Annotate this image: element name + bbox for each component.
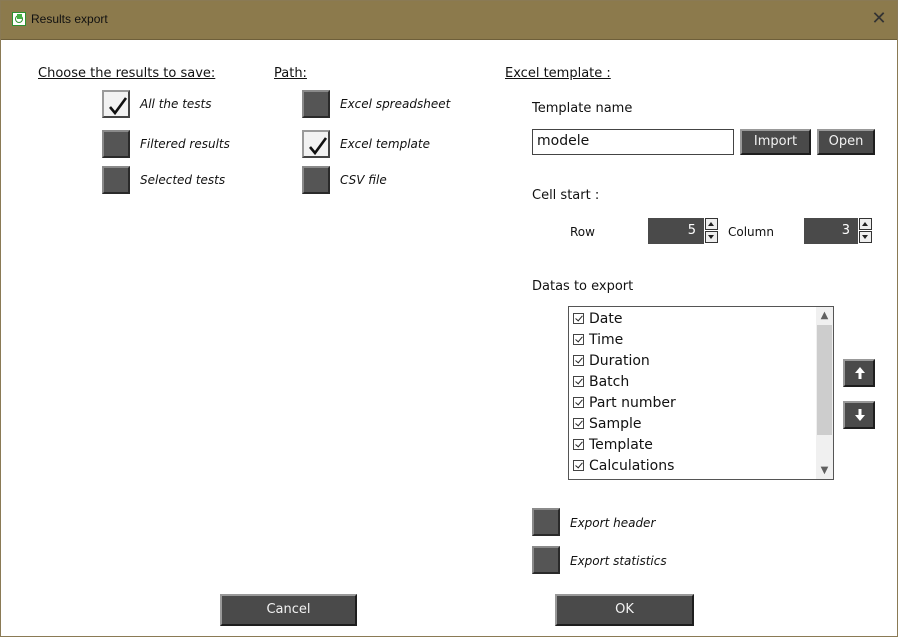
list-item[interactable]: Part number [573,395,676,416]
row-label: Row [570,225,595,239]
selected-tests-checkbox[interactable] [102,166,130,194]
all-tests-label: All the tests [140,97,212,111]
filtered-results-label: Filtered results [140,137,230,151]
checkmark-icon [309,137,328,156]
checkbox-icon [573,460,584,471]
move-down-button[interactable] [843,401,875,429]
row-down-icon[interactable] [705,231,718,243]
checkbox-icon [573,418,584,429]
checkbox-icon [573,334,584,345]
cell-start-label: Cell start : [532,188,600,203]
export-header-label: Export header [570,516,656,530]
app-icon [12,12,26,26]
import-button[interactable]: Import [740,129,811,155]
list-item[interactable]: Date [573,311,622,332]
list-scrollbar[interactable]: ▲ ▼ [816,307,833,479]
checkmark-icon [109,97,128,116]
scroll-up-icon[interactable]: ▲ [816,307,833,324]
excel-template-label: Excel template [340,137,430,151]
checkbox-icon [573,355,584,366]
path-heading: Path: [274,66,307,81]
excel-spreadsheet-checkbox[interactable] [302,90,330,118]
filtered-results-checkbox[interactable] [102,130,130,158]
template-name-label: Template name [532,101,633,116]
template-name-input[interactable]: modele [532,129,734,155]
results-heading: Choose the results to save: [38,66,216,81]
window-title: Results export [31,12,108,26]
datas-listbox[interactable]: Date Time Duration Batch Part number Sam… [568,306,834,480]
arrow-up-icon [855,367,865,379]
all-tests-checkbox[interactable] [102,90,130,118]
datas-to-export-label: Datas to export [532,279,634,294]
checkbox-icon [573,313,584,324]
column-up-icon[interactable] [859,218,872,230]
list-item[interactable]: Calculations [573,458,674,479]
csv-file-checkbox[interactable] [302,166,330,194]
selected-tests-label: Selected tests [140,173,226,187]
list-item[interactable]: Template [573,437,653,458]
dialog-window: Results export ✕ Choose the results to s… [0,0,898,637]
column-down-icon[interactable] [859,231,872,243]
checkbox-icon [573,376,584,387]
excel-spreadsheet-label: Excel spreadsheet [340,97,451,111]
scroll-down-icon[interactable]: ▼ [816,462,833,479]
open-button[interactable]: Open [817,129,875,155]
ok-button[interactable]: OK [555,594,694,626]
excel-template-heading: Excel template : [505,66,611,81]
row-value-field[interactable]: 5 [648,218,704,244]
column-value-field[interactable]: 3 [804,218,858,244]
export-statistics-label: Export statistics [570,554,667,568]
list-item[interactable]: Duration [573,353,650,374]
export-statistics-checkbox[interactable] [532,546,560,574]
arrow-down-icon [855,409,865,421]
scroll-thumb[interactable] [817,325,832,435]
list-item[interactable]: Time [573,332,623,353]
export-header-checkbox[interactable] [532,508,560,536]
column-label: Column [728,225,774,239]
list-item[interactable]: Sample [573,416,642,437]
excel-template-checkbox[interactable] [302,130,330,158]
title-bar: Results export ✕ [1,1,897,40]
cancel-button[interactable]: Cancel [220,594,357,626]
close-icon[interactable]: ✕ [869,9,889,29]
csv-file-label: CSV file [340,173,387,187]
list-item[interactable]: Batch [573,374,629,395]
checkbox-icon [573,439,584,450]
move-up-button[interactable] [843,359,875,387]
row-up-icon[interactable] [705,218,718,230]
checkbox-icon [573,397,584,408]
